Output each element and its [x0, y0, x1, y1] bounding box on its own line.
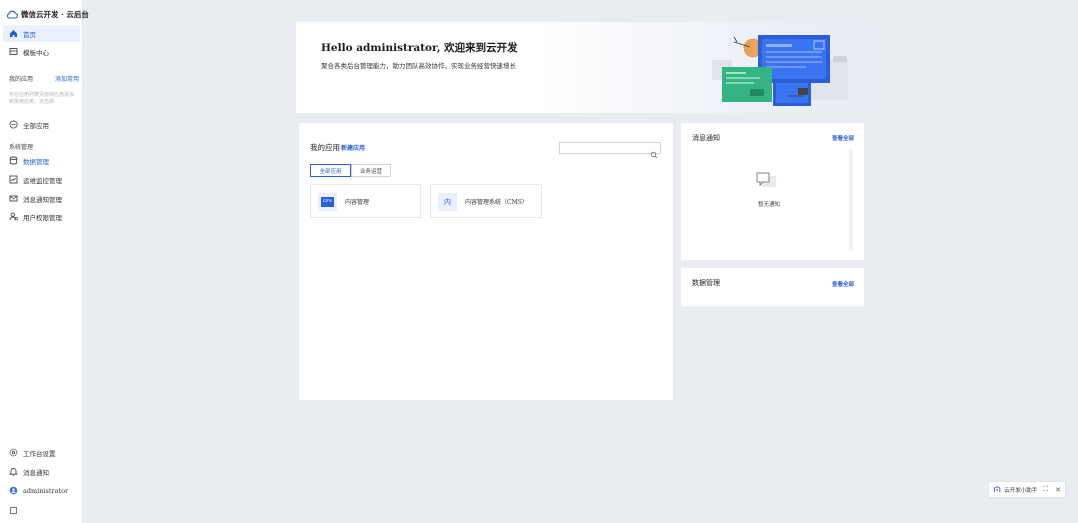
content-app-icon: 内 — [438, 193, 457, 211]
mail-icon — [9, 194, 18, 203]
sidebar-item-workbench-settings[interactable]: 工作台设置 — [3, 444, 80, 461]
tab-business-ops[interactable]: 业务运营 — [351, 164, 391, 177]
cloud-logo-icon — [6, 10, 18, 19]
cms-icon-text: cms — [321, 197, 334, 207]
data-management-card: 数据管理 查看全部 — [681, 268, 864, 306]
cloud-assistant-widget[interactable]: 云开发小助手 ⛶ ✕ — [988, 481, 1066, 498]
database-icon — [9, 156, 18, 165]
sidebar-item-label: 工作台设置 — [23, 449, 56, 458]
sidebar-item-notifications-mgmt[interactable]: 消息通知管理 — [3, 190, 80, 207]
sidebar-item-label: 全部应用 — [23, 121, 49, 130]
banner-title: Hello administrator, 欢迎来到云开发 — [321, 42, 518, 54]
sidebar-item-user[interactable]: administrator — [3, 482, 80, 499]
bell-icon — [9, 467, 18, 476]
app-card-label: 内容管理系统（CMS） — [465, 199, 528, 206]
view-all-data-link[interactable]: 查看全部 — [832, 280, 854, 288]
sidebar-item-data-management[interactable]: 数据管理 — [3, 152, 80, 169]
sidebar-item-label: 用户权限管理 — [23, 213, 62, 222]
avatar-icon — [9, 486, 18, 495]
apps-title: 我的应用 — [310, 143, 340, 152]
notifications-card: 消息通知 查看全部 暂无通知 — [681, 123, 864, 260]
sidebar-item-templates[interactable]: 模板中心 — [3, 43, 80, 60]
notifications-title: 消息通知 — [692, 134, 720, 142]
sidebar-item-home[interactable]: 首页 — [3, 25, 80, 42]
data-management-title: 数据管理 — [692, 279, 720, 287]
empty-notifications-label: 暂无通知 — [757, 202, 780, 208]
app-search-input[interactable] — [559, 142, 661, 159]
close-icon[interactable]: ✕ — [1055, 486, 1061, 494]
sidebar-item-label: 运维监控管理 — [23, 176, 62, 185]
assistant-icon — [993, 486, 1001, 493]
home-icon — [9, 29, 18, 38]
welcome-banner: Hello administrator, 欢迎来到云开发 聚合各类后台管理能力，… — [296, 22, 868, 113]
sidebar-item-label: administrator — [23, 486, 69, 495]
collapse-sidebar-icon[interactable] — [10, 507, 17, 514]
expand-icon[interactable]: ⛶ — [1043, 485, 1048, 494]
app-card-label: 内容管理 — [345, 199, 370, 206]
sidebar-item-label: 消息通知 — [23, 468, 49, 477]
sidebar-item-label: 数据管理 — [23, 157, 49, 166]
sidebar-item-notifications[interactable]: 消息通知 — [3, 463, 80, 480]
my-apps-title: 我的应用 — [9, 76, 34, 83]
user-permission-icon — [9, 212, 18, 221]
sidebar-item-label: 消息通知管理 — [23, 195, 62, 204]
view-all-notifications-link[interactable]: 查看全部 — [832, 134, 854, 142]
assistant-label: 云开发小助手 — [1004, 487, 1038, 494]
sidebar-item-all-apps[interactable]: 全部应用 — [3, 116, 80, 133]
app-card-cms-system[interactable]: 内 内容管理系统（CMS） — [430, 184, 542, 218]
my-apps-card: 我的应用 新建应用 全部应用 业务运营 cms 内容管理 内 内容管理系统（CM… — [299, 123, 673, 400]
sidebar-item-monitor[interactable]: 运维监控管理 — [3, 171, 80, 188]
circle-minus-icon — [9, 120, 18, 129]
sidebar-item-user-permissions[interactable]: 用户权限管理 — [3, 208, 80, 225]
app-card-content-management[interactable]: cms 内容管理 — [310, 184, 421, 218]
empty-message-icon — [756, 172, 776, 187]
banner-illustration — [712, 35, 848, 106]
template-icon — [9, 47, 18, 56]
new-app-link[interactable]: 新建应用 — [341, 143, 365, 152]
sidebar: 微信云开发 · 云后台 首页 模板中心 我的应用 添加常用 可在应用列表页面将应… — [0, 0, 89, 523]
brand-name: 微信云开发 · 云后台 — [21, 10, 89, 19]
sidebar-item-label: 模板中心 — [23, 48, 49, 57]
gear-icon — [9, 448, 18, 457]
monitor-icon — [9, 175, 18, 184]
brand-logo[interactable]: 微信云开发 · 云后台 — [6, 9, 89, 20]
banner-subtitle: 聚合各类后台管理能力，助力团队高效协作，实现业务经营快速增长 — [321, 62, 516, 70]
tab-all-apps[interactable]: 全部应用 — [310, 164, 351, 177]
add-app-link[interactable]: 添加常用 — [55, 74, 79, 83]
cms-app-icon: cms — [318, 193, 337, 211]
my-apps-hint: 可在应用列表页面将应用添加到常用应用，点击即 — [9, 92, 75, 105]
search-icon[interactable] — [650, 144, 658, 163]
sidebar-item-label: 首页 — [23, 30, 36, 39]
system-title: 系统管理 — [9, 144, 34, 151]
